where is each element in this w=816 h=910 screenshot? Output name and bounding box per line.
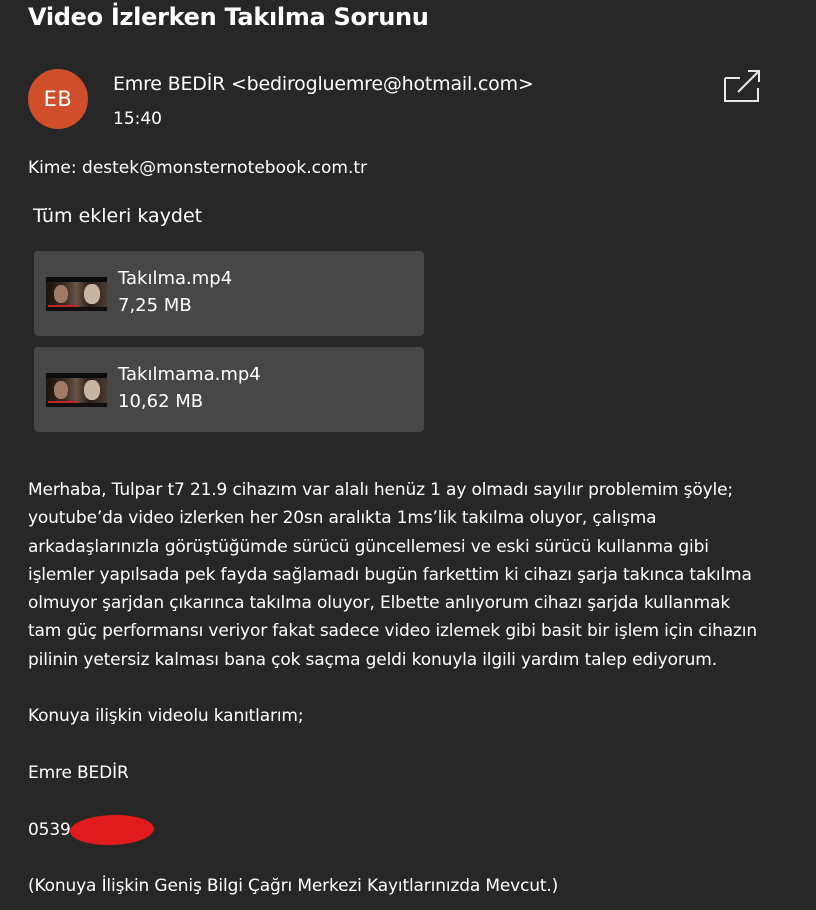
open-in-new-window-button[interactable] [722, 68, 762, 104]
save-all-attachments-link[interactable]: Tüm ekleri kaydet [33, 205, 202, 227]
avatar[interactable]: EB [28, 69, 88, 129]
body-line: Merhaba, Tulpar t7 21.9 cihazım var alal… [28, 480, 734, 500]
sender-name-address[interactable]: Emre BEDİR <bedirogluemre@hotmail.com> [113, 73, 534, 95]
attachment-card[interactable]: Takılmama.mp4 10,62 MB [34, 347, 424, 432]
message-time: 15:40 [113, 109, 162, 129]
signature-name: Emre BEDİR [28, 762, 129, 783]
video-thumbnail [46, 373, 107, 407]
attachment-name: Takılma.mp4 [118, 268, 233, 289]
phone-line: 0539 [28, 813, 808, 847]
email-subject: Video İzlerken Takılma Sorunu [28, 3, 429, 31]
redaction-mark [69, 813, 155, 847]
body-line: olmuyor şarjdan çıkarınca takılma oluyor… [28, 593, 731, 614]
phone-number-visible: 0539 [28, 819, 71, 840]
body-line: youtube’da video izlerken her 20sn aralı… [28, 508, 657, 529]
attachment-size: 10,62 MB [118, 391, 204, 412]
attachment-name: Takılmama.mp4 [118, 364, 261, 385]
body-line: pilinin yetersiz kalması bana çok saçma … [28, 649, 717, 670]
email-reading-pane: Video İzlerken Takılma Sorunu EB Emre BE… [0, 0, 816, 910]
body-line: işlemler yapılsada pek fayda sağlamadı b… [28, 564, 752, 585]
recipient-line: Kime: destek@monsternotebook.com.tr [28, 158, 368, 178]
video-thumbnail [46, 277, 107, 311]
body-line: arkadaşlarınızla görüştüğümde sürücü gün… [28, 536, 709, 557]
body-evidence-line: Konuya ilişkin videolu kanıtlarım; [28, 706, 304, 727]
message-body: Merhaba, Tulpar t7 21.9 cihazım var alal… [28, 476, 808, 900]
body-line: tam güç performansı veriyor fakat sadece… [28, 621, 757, 642]
footer-note: (Konuya İlişkin Geniş Bilgi Çağrı Merkez… [28, 876, 559, 897]
attachment-size: 7,25 MB [118, 295, 192, 316]
attachment-card[interactable]: Takılma.mp4 7,25 MB [34, 251, 424, 336]
avatar-initials: EB [43, 87, 73, 111]
open-in-new-window-icon [724, 70, 760, 102]
